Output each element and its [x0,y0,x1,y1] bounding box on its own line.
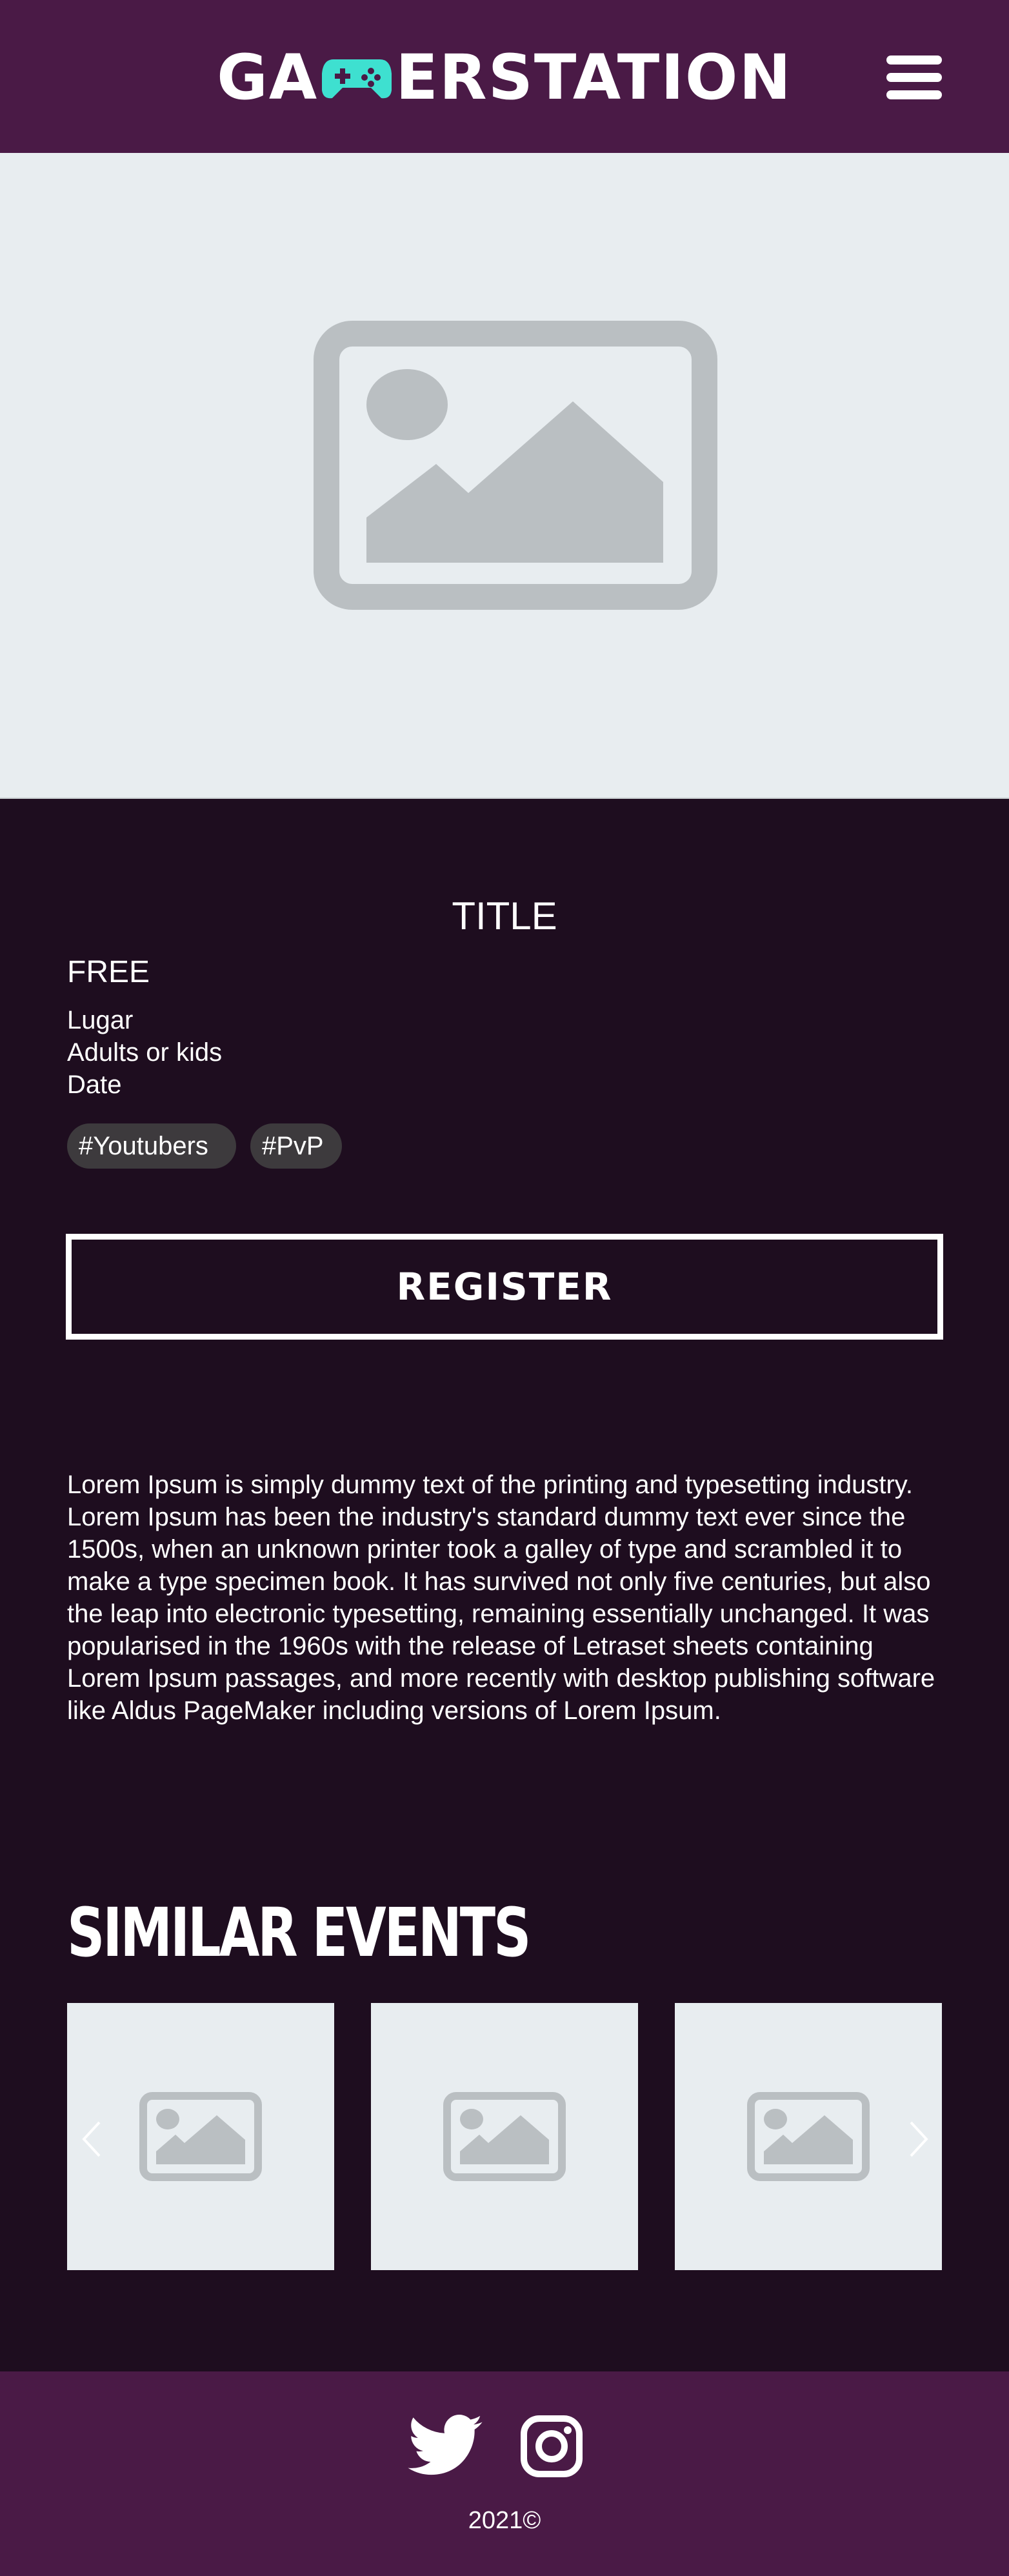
image-placeholder-icon [443,2092,566,2181]
event-audience: Adults or kids [67,1038,223,1067]
similar-event-card[interactable] [675,2003,942,2270]
chevron-right-icon[interactable] [906,2120,932,2158]
gamepad-icon [322,59,392,99]
register-button[interactable]: REGISTER [66,1234,943,1340]
event-date: Date [67,1071,122,1099]
site-footer [0,2371,1009,2576]
similar-event-card[interactable] [67,2003,334,2270]
copyright-text: 2021© [468,2507,541,2534]
image-placeholder-icon [139,2092,262,2181]
hamburger-menu-icon[interactable] [886,55,942,99]
event-price: FREE [67,955,150,989]
logo[interactable]: GA ERSTATION [0,45,1009,110]
event-description: Lorem Ipsum is simply dummy text of the … [67,1471,935,1725]
tag-pvp[interactable]: #PvP [250,1123,342,1169]
tag-youtubers[interactable]: #Youtubers [67,1123,236,1169]
event-place: Lugar [67,1006,134,1034]
event-title: TITLE [452,894,557,938]
similar-events-title: SIMILAR EVENTS [67,1893,531,1972]
image-placeholder-icon [747,2092,870,2181]
logo-text-suffix: ERSTATION [395,41,792,114]
instagram-icon[interactable] [520,2415,583,2478]
similar-event-card[interactable] [371,2003,638,2270]
logo-text-prefix: GA [217,41,319,114]
twitter-icon[interactable] [408,2415,483,2477]
chevron-left-icon[interactable] [79,2120,105,2158]
image-placeholder-icon [314,321,717,610]
